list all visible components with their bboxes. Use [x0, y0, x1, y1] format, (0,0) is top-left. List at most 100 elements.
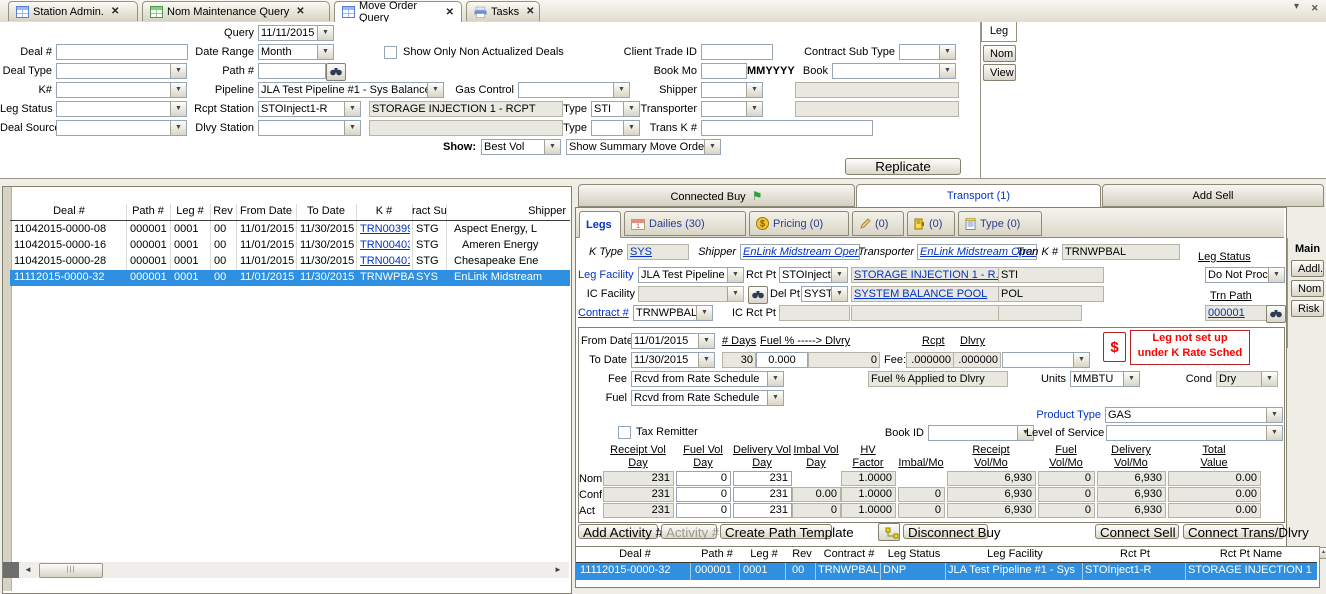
chevron-down-icon[interactable]: ▼ — [939, 45, 955, 59]
dollar-button[interactable]: $ — [1103, 332, 1126, 362]
fee-source-dropdown[interactable]: Rcvd from Rate Schedule▼ — [631, 371, 784, 387]
tab-connected-buy[interactable]: Connected Buy ⚑ — [578, 184, 855, 207]
chevron-down-icon[interactable]: ▼ — [1268, 268, 1284, 282]
tab-scroll-dropdown-icon[interactable]: ▾ — [1294, 1, 1299, 12]
show-summary-dropdown[interactable]: Show Summary Move Orde▼ — [566, 139, 721, 155]
chevron-down-icon[interactable]: ▼ — [1266, 426, 1282, 440]
contract-number-label[interactable]: Contract # — [578, 306, 629, 321]
close-icon[interactable]: ✕ — [446, 7, 454, 18]
cell-k-link[interactable]: TRN00403 — [360, 238, 410, 253]
subtab-notes[interactable]: (0) — [852, 211, 904, 236]
deal-type-dropdown[interactable]: ▼ — [56, 63, 187, 79]
connect-tool-button[interactable] — [878, 523, 900, 541]
path-lookup-button[interactable] — [326, 63, 346, 81]
del-pt-dropdown[interactable]: SYSTEM BAL▼ — [801, 286, 848, 302]
chevron-down-icon[interactable]: ▼ — [170, 102, 186, 116]
chevron-down-icon[interactable]: ▼ — [704, 140, 720, 154]
cell-k-link[interactable]: TRN00401 — [360, 254, 410, 269]
vol-cell[interactable]: 0 — [676, 503, 731, 518]
trans-k-input[interactable] — [701, 120, 873, 136]
col-header[interactable]: Deal # — [580, 548, 690, 561]
chevron-down-icon[interactable]: ▼ — [1123, 372, 1139, 386]
close-icon[interactable]: ✕ — [296, 6, 304, 17]
transporter-dropdown[interactable]: ▼ — [701, 101, 763, 117]
leg-facility-label[interactable]: Leg Facility — [578, 268, 634, 283]
contract-sub-type-dropdown[interactable]: ▼ — [899, 44, 956, 60]
chevron-down-icon[interactable]: ▼ — [696, 306, 712, 320]
from-date-dropdown[interactable]: 11/01/2015▼ — [631, 333, 715, 349]
chevron-down-icon[interactable]: ▼ — [344, 121, 360, 135]
table-row-selected[interactable]: 11112015-0000-32 000001 0001 00 11/01/20… — [10, 270, 570, 286]
chevron-down-icon[interactable]: ▼ — [698, 334, 714, 348]
scroll-left-arrow[interactable]: ◄ — [21, 564, 35, 576]
col-header[interactable]: From Date — [238, 204, 294, 219]
col-header[interactable]: Rct Pt — [1085, 548, 1185, 561]
leg-facility-dropdown[interactable]: JLA Test Pipeline #1 - Sy▼ — [638, 267, 744, 283]
vol-cell[interactable]: 231 — [733, 487, 792, 502]
side-button-leg[interactable]: Leg — [981, 22, 1017, 42]
chevron-down-icon[interactable]: ▼ — [939, 64, 955, 78]
subtab-attachments[interactable]: (0) — [907, 211, 955, 236]
tab-move-order-query[interactable]: Move Order Query ✕ — [334, 1, 462, 22]
col-header[interactable]: To Date — [298, 204, 354, 219]
book-mo-input[interactable] — [701, 63, 747, 79]
tab-station-admin[interactable]: Station Admin. ✕ — [8, 1, 138, 21]
show-mode-dropdown[interactable]: Best Vol▼ — [481, 139, 561, 155]
chevron-down-icon[interactable]: ▼ — [767, 372, 783, 386]
chevron-down-icon[interactable]: ▼ — [170, 64, 186, 78]
chevron-down-icon[interactable]: ▼ — [727, 287, 743, 301]
to-date-dropdown[interactable]: 11/30/2015▼ — [631, 352, 715, 368]
subtab-legs[interactable]: Legs — [579, 211, 621, 238]
gas-control-dropdown[interactable]: ▼ — [518, 82, 630, 98]
contract-number-dropdown[interactable]: TRNWPBAL▼ — [633, 305, 713, 321]
query-date-dropdown[interactable]: 11/11/2015▼ — [258, 25, 334, 41]
chevron-down-icon[interactable]: ▼ — [427, 83, 443, 97]
units-dropdown[interactable]: MMBTU▼ — [1070, 371, 1140, 387]
chevron-down-icon[interactable]: ▼ — [831, 268, 847, 282]
disconnect-buy-button[interactable]: Disconnect Buy — [903, 524, 988, 539]
chevron-down-icon[interactable]: ▼ — [767, 391, 783, 405]
chevron-down-icon[interactable]: ▼ — [746, 83, 762, 97]
tab-tasks[interactable]: Tasks ✕ — [466, 1, 540, 21]
close-icon[interactable]: ✕ — [526, 6, 534, 17]
col-header[interactable]: Path # — [695, 548, 739, 561]
vol-cell[interactable]: 0 — [676, 487, 731, 502]
path-number-input[interactable] — [258, 63, 326, 79]
chevron-down-icon[interactable]: ▼ — [317, 26, 333, 40]
scroll-right-arrow[interactable]: ► — [551, 564, 565, 576]
leg-status-header-label[interactable]: Leg Status — [1198, 250, 1251, 265]
client-trade-id-input[interactable] — [701, 44, 773, 60]
show-only-non-actualized-checkbox[interactable] — [384, 46, 397, 59]
product-type-dropdown[interactable]: GAS▼ — [1105, 407, 1283, 423]
book-dropdown[interactable]: ▼ — [832, 63, 956, 79]
level-of-service-dropdown[interactable]: ▼ — [1106, 425, 1283, 441]
fuel-pct-rcpt-input[interactable]: 0.000 — [756, 352, 808, 368]
chevron-down-icon[interactable]: ▼ — [613, 83, 629, 97]
chevron-down-icon[interactable]: ▼ — [317, 45, 333, 59]
deal-source-dropdown[interactable]: ▼ — [56, 120, 187, 136]
chevron-down-icon[interactable]: ▼ — [727, 268, 743, 282]
col-header[interactable]: Path # — [128, 204, 168, 219]
col-header[interactable]: Deal # — [14, 204, 124, 219]
close-icon[interactable]: ✕ — [111, 6, 119, 17]
chevron-down-icon[interactable]: ▼ — [1266, 408, 1282, 422]
col-header[interactable]: Contract # — [818, 548, 880, 561]
connect-trans-dlvry-button[interactable]: Connect Trans/Dlvry — [1183, 524, 1284, 539]
shipper-dropdown[interactable]: ▼ — [701, 82, 763, 98]
rcpt-station-dropdown[interactable]: STOInject1-R▼ — [258, 101, 361, 117]
dlvy-type-dropdown[interactable]: ▼ — [591, 120, 640, 136]
pipeline-dropdown[interactable]: JLA Test Pipeline #1 - Sys Balance▼ — [258, 82, 444, 98]
side-tab-main[interactable]: Main — [1295, 242, 1320, 257]
tabbar-close-icon[interactable]: ✕ — [1311, 3, 1319, 14]
fee-index-dropdown[interactable]: ▼ — [1002, 352, 1090, 368]
fuel-source-dropdown[interactable]: Rcvd from Rate Schedule▼ — [631, 390, 784, 406]
ic-facility-dropdown[interactable]: ▼ — [638, 286, 744, 302]
tab-nom-maintenance-query[interactable]: Nom Maintenance Query ✕ — [142, 1, 330, 21]
product-type-label[interactable]: Product Type — [1035, 408, 1101, 423]
subtab-dailies[interactable]: 1 Dailies (30) — [624, 211, 746, 236]
side-button-view[interactable]: View — [983, 64, 1016, 81]
table-row[interactable]: 11042015-0000-28 000001 0001 00 11/01/20… — [10, 254, 570, 270]
chevron-down-icon[interactable]: ▼ — [831, 287, 847, 301]
date-range-dropdown[interactable]: Month▼ — [258, 44, 334, 60]
connected-leg-row-selected[interactable]: 11112015-0000-32 000001 0001 00 TRNWPBAL… — [576, 563, 1317, 580]
